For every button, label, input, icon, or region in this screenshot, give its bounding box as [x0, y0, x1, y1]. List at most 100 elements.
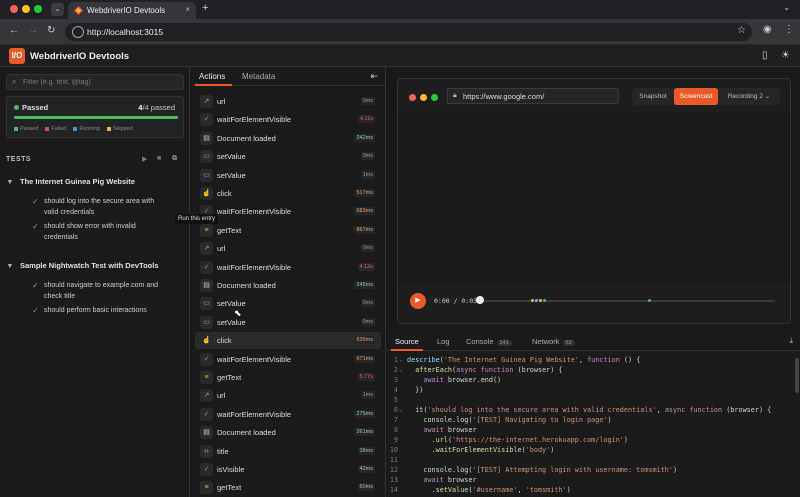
action-row[interactable]: ▤ Document loaded 245ms — [195, 277, 381, 294]
bookmark-star-icon[interactable]: ☆ — [737, 25, 746, 36]
download-icon[interactable]: ⤓ — [789, 336, 793, 346]
timeline-marker — [543, 299, 546, 302]
tab-close-icon[interactable]: × — [185, 5, 190, 14]
action-row[interactable]: ▭ setValue 1ms — [195, 167, 381, 184]
code-line: 6 ⌄ it('should log into the secure area w… — [387, 405, 792, 415]
action-duration-badge: 683ms — [354, 207, 375, 216]
screencast-button[interactable]: Screencast — [674, 88, 718, 105]
filter-input[interactable] — [23, 77, 178, 88]
suite-title[interactable]: ▾ Sample Nightwatch Test with DevTools — [8, 261, 159, 270]
tab-log[interactable]: Log — [437, 337, 450, 346]
action-row[interactable]: ✓ waitForElementVisible 4.12s — [195, 259, 381, 276]
action-row[interactable]: ☝ click 636ms — [195, 332, 381, 350]
site-info-icon[interactable] — [72, 26, 84, 38]
browser-tab-strip: ⌄ WebdriverIO Devtools × + ⌄ — [0, 0, 800, 19]
action-row[interactable]: ≡ getText 60ms — [195, 479, 381, 496]
menu-kebab-icon[interactable]: ⋮ — [784, 24, 794, 35]
new-tab-button[interactable]: + — [202, 2, 208, 14]
test-item[interactable]: ✓ should perform basic interactions — [32, 305, 162, 317]
collapse-tests-icon[interactable]: ⧉ — [172, 155, 177, 163]
forward-icon[interactable]: → — [28, 25, 38, 36]
action-row[interactable]: ↗ url 0ms — [195, 240, 381, 257]
action-row[interactable]: ✓ waitForElementVisible 683ms — [195, 203, 381, 220]
code-line: 13 await browser — [387, 475, 792, 485]
action-row[interactable]: ↗ url 0ms — [195, 93, 381, 110]
action-duration-badge: 0ms — [360, 97, 375, 105]
check-icon: ✓ — [32, 281, 39, 290]
tab-console[interactable]: Console 141 — [466, 337, 512, 346]
player-scrubber[interactable] — [476, 296, 484, 304]
action-row[interactable]: ✓ waitForElementVisible 4.11s — [195, 111, 381, 128]
suite-title[interactable]: ▾ The Internet Guinea Pig Website — [8, 177, 135, 186]
test-item[interactable]: ✓ should navigate to example.com and chec… — [32, 280, 162, 302]
run-all-icon[interactable]: ▶ — [142, 155, 147, 163]
reload-icon[interactable]: ↻ — [47, 25, 55, 36]
fold-icon[interactable]: ⌄ — [399, 365, 403, 375]
address-bar[interactable]: http://localhost:3015 ☆ — [65, 23, 752, 41]
action-row[interactable]: ▤ Document loaded 261ms — [195, 424, 381, 441]
action-name: Document loaded — [217, 281, 276, 290]
player-timeline[interactable] — [479, 300, 775, 302]
code-line: 11 — [387, 455, 792, 465]
code-text: await browser — [423, 476, 477, 484]
action-row[interactable]: ‹› title 38ms — [195, 443, 381, 460]
code-line: 10 .waitForElementVisible('body') — [387, 445, 792, 455]
recording-select[interactable]: Recording 2 ⌄ — [720, 88, 778, 105]
play-button[interactable]: ▶ — [410, 293, 426, 309]
action-type-icon: ↗ — [200, 242, 213, 256]
code-line: 5 — [387, 395, 792, 405]
collapse-panel-icon[interactable]: ⇤ — [370, 71, 378, 82]
test-item[interactable]: ✓ should show error with invalid credenti… — [32, 221, 162, 243]
test-item[interactable]: ✓ should log into the secure area with va… — [32, 196, 162, 218]
line-number: 2 — [393, 366, 398, 374]
code-scrollbar[interactable] — [795, 358, 799, 393]
action-row[interactable]: ✓ isVisible 42ms — [195, 461, 381, 478]
maximize-window-button[interactable] — [34, 5, 42, 13]
browser-tab[interactable]: WebdriverIO Devtools × — [68, 2, 196, 19]
action-duration-badge: 4.12s — [357, 262, 375, 271]
profile-icon[interactable]: ◉ — [763, 24, 772, 35]
stop-icon[interactable]: ■ — [157, 155, 161, 162]
action-row[interactable]: ✓ waitForElementVisible 275ms — [195, 406, 381, 423]
fold-icon[interactable]: ⌄ — [399, 405, 403, 415]
action-row[interactable]: ✓ waitForElementVisible 671ms — [195, 351, 381, 368]
preview-yellow-dot — [420, 94, 427, 101]
chevron-down-icon[interactable]: ▾ — [8, 261, 20, 270]
action-row[interactable]: ☝ click 517ms — [195, 185, 381, 202]
snapshot-button[interactable]: Snapshot — [634, 88, 672, 105]
code-text: console.log('[TEST] Attempting login wit… — [407, 466, 678, 474]
action-row[interactable]: ▭ setValue 0ms — [195, 314, 381, 331]
tab-source[interactable]: Source — [395, 337, 419, 346]
action-type-icon: ✓ — [200, 352, 213, 366]
action-row[interactable]: ↗ url 1ms — [195, 387, 381, 404]
action-row[interactable]: ≡ getText 5.77s — [195, 369, 381, 386]
action-type-icon: ▤ — [200, 279, 213, 292]
close-window-button[interactable] — [10, 5, 18, 13]
action-type-icon: ▤ — [200, 426, 213, 440]
action-duration-badge: 1ms — [360, 391, 375, 400]
player-time: 0:00 / 0:03 — [434, 297, 478, 305]
tab-search-button[interactable]: ⌄ — [51, 3, 64, 16]
action-row[interactable]: ▤ Document loaded 242ms — [195, 130, 381, 147]
tab-menu-icon[interactable]: ⌄ — [783, 3, 790, 12]
action-row[interactable]: ▭ setValue 0ms — [195, 295, 381, 312]
back-icon[interactable]: ← — [9, 25, 19, 36]
tab-actions[interactable]: Actions — [199, 72, 225, 81]
document-icon[interactable]: ▯ — [762, 50, 768, 61]
minimize-window-button[interactable] — [22, 5, 30, 13]
theme-toggle-icon[interactable]: ☀ — [781, 50, 790, 61]
browser-preview: 🔒︎ https://www.google.com/ Snapshot Scre… — [397, 78, 791, 324]
action-duration-badge: 0ms — [360, 317, 375, 326]
code-line: 4 }) — [387, 385, 792, 395]
webdriverio-favicon-icon — [74, 6, 83, 15]
action-row[interactable]: ≡ getText 867ms — [195, 222, 381, 239]
code-text: console.log('[TEST] Navigating to login … — [407, 416, 612, 424]
tab-network[interactable]: Network 62 — [532, 337, 575, 346]
chevron-down-icon[interactable]: ▾ — [8, 177, 20, 186]
fold-icon[interactable]: ⌄ — [399, 355, 403, 365]
filter-box[interactable]: ⌕ — [6, 74, 184, 90]
action-row[interactable]: ▭ setValue 0ms — [195, 148, 381, 165]
tab-metadata[interactable]: Metadata — [242, 72, 275, 81]
status-progress-fill — [14, 116, 178, 119]
action-type-icon: ✓ — [200, 113, 213, 127]
